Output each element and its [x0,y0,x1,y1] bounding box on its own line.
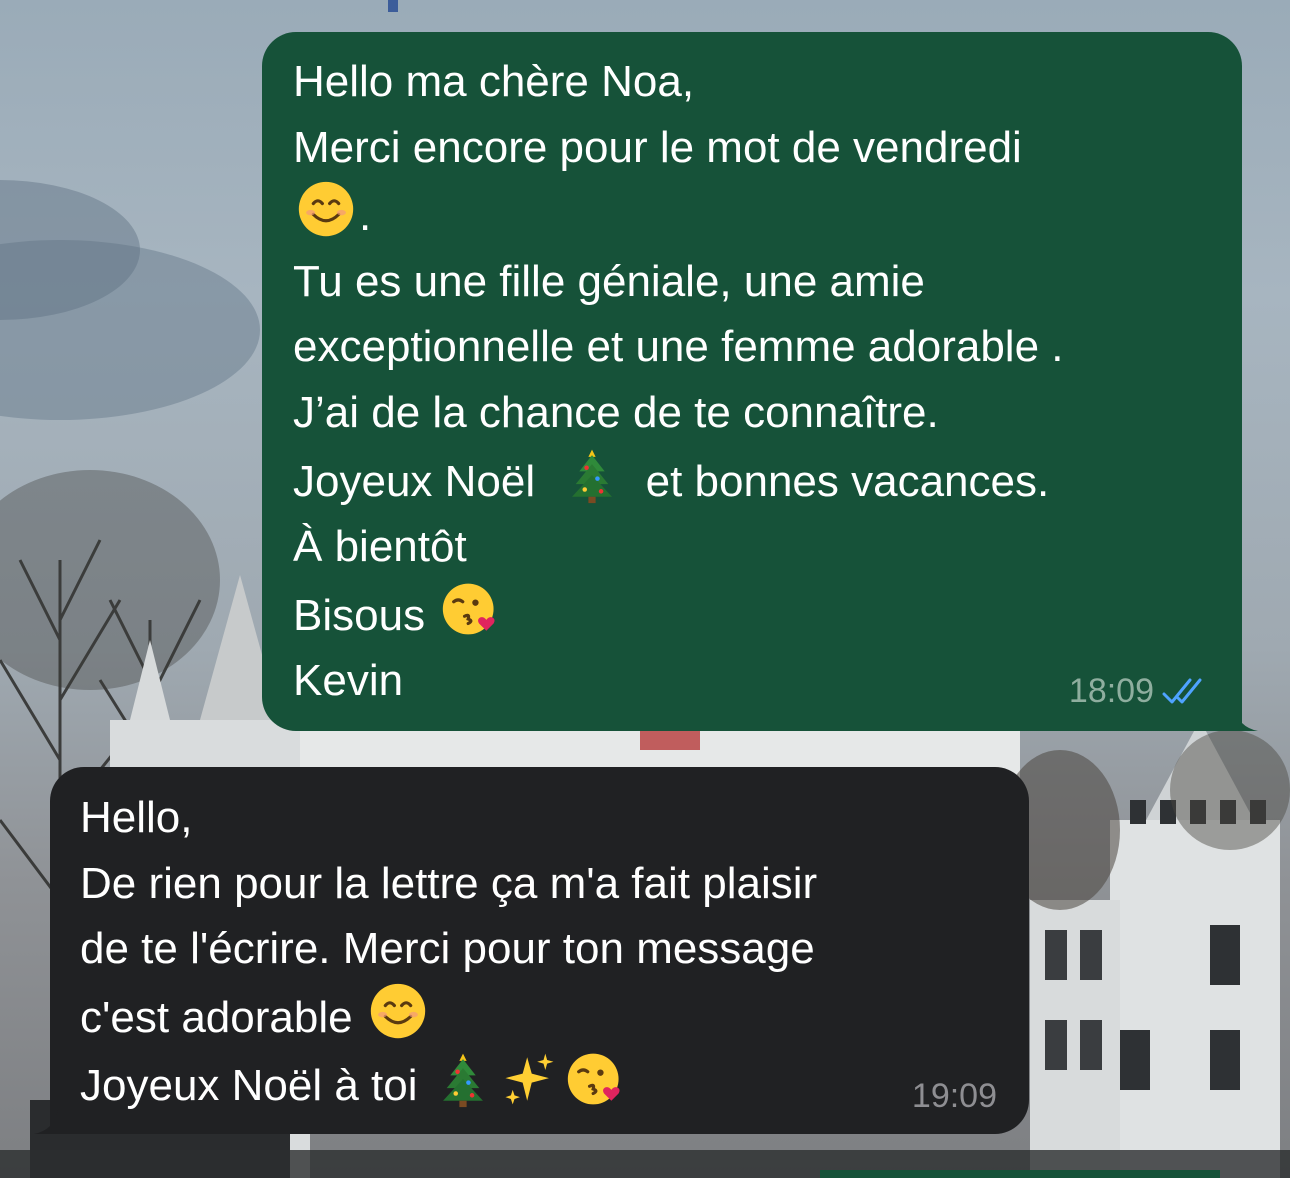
kissing-face-icon [443,583,495,635]
message-line: Tu es une fille géniale, une amie [293,256,925,306]
message-line: . [293,180,1212,249]
bubble-tail [1234,707,1258,731]
incoming-message-bubble[interactable]: Hello, De rien pour la lettre ça m'a fai… [34,767,1029,1134]
smiling-face-icon [370,983,425,1038]
message-line: de te l'écrire. Merci pour ton message [80,924,815,974]
message-line: J’ai de la chance de te connaître. [293,387,939,437]
outgoing-message-bubble[interactable]: Hello ma chère Noa, Merci encore pour le… [262,32,1258,731]
smiling-face-icon [298,182,354,237]
message-text: . [359,191,372,241]
message-text: Joyeux Noël [293,456,536,506]
sparkles-icon [505,1054,554,1105]
message-line: c'est adorable [80,982,999,1051]
christmas-tree-icon [572,449,613,503]
message-line: Joyeux Noël et bonnes vacances. [293,446,1212,515]
message-time: 19:09 [911,1077,997,1115]
double-check-read-icon [1162,678,1202,704]
message-line: Joyeux Noël à toi [80,1050,999,1119]
message-meta: 18:09 [1069,671,1212,711]
message-text: et bonnes vacances. [645,456,1050,506]
message-time: 18:09 [1068,672,1154,710]
message-line: Bisous [293,580,1212,649]
message-line: Merci encore pour le mot de vendredi [293,122,1022,172]
message-text: Bisous [293,590,426,640]
bubble-tail [34,1110,58,1134]
kissing-face-icon [567,1054,620,1105]
message-text: c'est adorable [80,992,353,1042]
message-meta: 19:09 [912,1076,997,1116]
christmas-tree-icon [442,1054,483,1108]
message-line: exceptionnelle et une femme adorable . [293,322,1064,372]
message-line: De rien pour la lettre ça m'a fait plais… [80,858,818,908]
message-line: À bientôt [293,522,467,572]
message-line: Hello, [80,793,193,842]
message-text: Joyeux Noël à toi [80,1061,418,1111]
message-line: Hello ma chère Noa, [293,57,695,106]
